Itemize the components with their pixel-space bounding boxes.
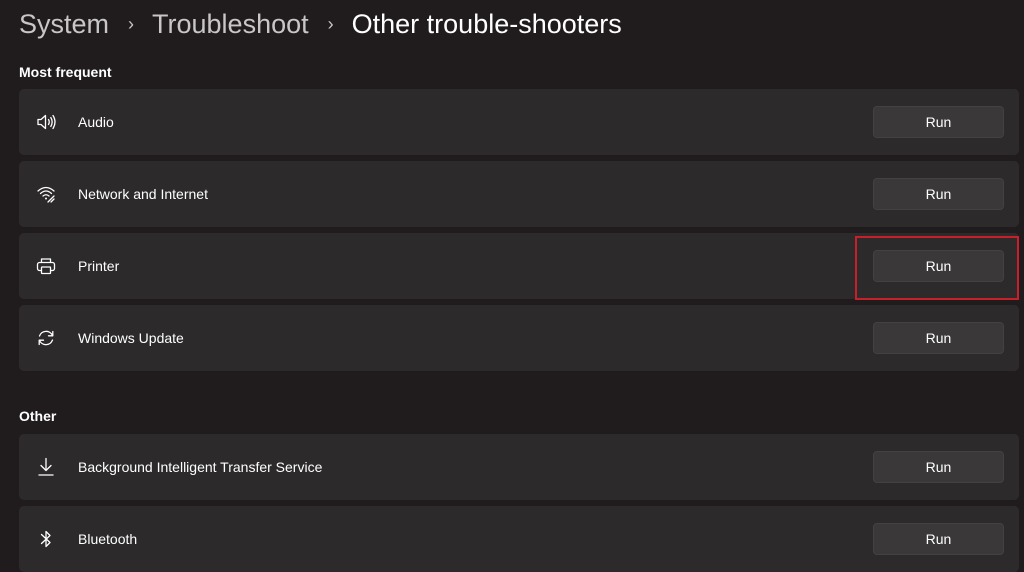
wifi-network-icon — [36, 184, 56, 204]
bluetooth-icon — [36, 529, 56, 549]
run-bluetooth-button[interactable]: Run — [873, 523, 1004, 555]
breadcrumb-troubleshoot-link[interactable]: Troubleshoot — [152, 9, 309, 40]
printer-icon — [36, 256, 56, 276]
section-heading-most-frequent: Most frequent — [19, 64, 112, 80]
troubleshooter-row-network: Network and Internet Run — [19, 161, 1019, 227]
run-network-button[interactable]: Run — [873, 178, 1004, 210]
run-windows-update-button[interactable]: Run — [873, 322, 1004, 354]
troubleshooter-label-windows-update: Windows Update — [78, 330, 184, 346]
run-bits-button[interactable]: Run — [873, 451, 1004, 483]
speaker-icon — [36, 112, 56, 132]
run-audio-button[interactable]: Run — [873, 106, 1004, 138]
troubleshooter-row-windows-update: Windows Update Run — [19, 305, 1019, 371]
page-title: Other trouble-shooters — [351, 8, 622, 39]
section-heading-other: Other — [19, 408, 57, 424]
troubleshooter-row-bluetooth: Bluetooth Run — [19, 506, 1019, 572]
breadcrumb-chevron-icon: › — [327, 13, 334, 34]
run-printer-button[interactable]: Run — [873, 250, 1004, 282]
troubleshooter-row-audio: Audio Run — [19, 89, 1019, 155]
troubleshooter-label-network: Network and Internet — [78, 186, 208, 202]
download-icon — [36, 457, 56, 477]
troubleshooter-label-bluetooth: Bluetooth — [78, 531, 138, 547]
sync-icon — [36, 328, 56, 348]
troubleshooter-row-bits: Background Intelligent Transfer Service … — [19, 434, 1019, 500]
breadcrumb-system-link[interactable]: System — [19, 9, 109, 40]
breadcrumb-chevron-icon: › — [128, 13, 135, 34]
troubleshooter-label-bits: Background Intelligent Transfer Service — [78, 459, 323, 475]
troubleshooter-label-audio: Audio — [78, 114, 114, 130]
troubleshooter-row-printer: Printer Run — [19, 233, 1019, 299]
troubleshooter-label-printer: Printer — [78, 258, 120, 274]
breadcrumb: System › Troubleshoot › Other trouble-sh… — [19, 6, 622, 42]
